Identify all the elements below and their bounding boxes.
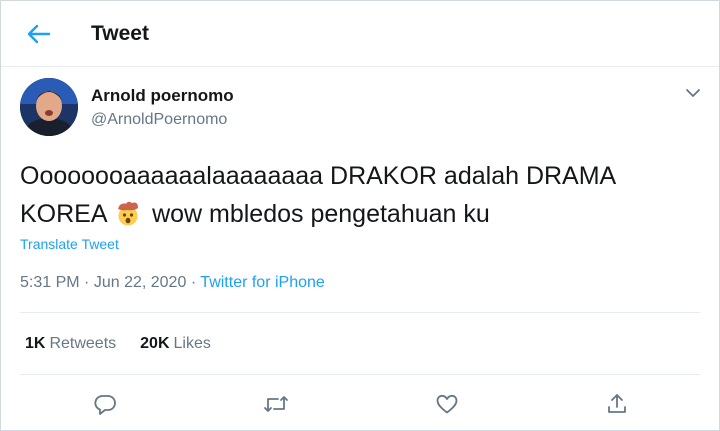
- more-options-button[interactable]: [681, 83, 705, 103]
- tweet-time[interactable]: 5:31 PM: [20, 274, 80, 291]
- tweet-source-link[interactable]: Twitter for iPhone: [200, 274, 325, 291]
- likes-count: 20K: [140, 335, 170, 352]
- share-icon: [608, 394, 626, 413]
- translate-tweet-link[interactable]: Translate Tweet: [20, 236, 119, 252]
- divider: [20, 312, 700, 313]
- page-header: Tweet: [1, 1, 719, 67]
- divider: [20, 374, 700, 375]
- likes-label: Likes: [173, 335, 211, 352]
- tweet-text: Oooooooaaaaaalaaaaaaaa DRAKOR adalah DRA…: [20, 157, 700, 237]
- tweet-stats: 1K Retweets 20K Likes: [25, 335, 235, 353]
- retweet-icon: [264, 396, 288, 412]
- tweet-meta: 5:31 PM · Jun 22, 2020 · Twitter for iPh…: [20, 274, 325, 292]
- tweet-date[interactable]: Jun 22, 2020: [94, 274, 187, 291]
- exploding-head-emoji-icon: [115, 199, 141, 237]
- back-button[interactable]: [20, 18, 58, 50]
- chevron-down-icon: [686, 89, 700, 97]
- share-button[interactable]: [600, 387, 634, 421]
- tweet-page: Tweet Arnold poernomo @ArnoldPoernomo Oo…: [0, 0, 720, 431]
- author-handle[interactable]: @ArnoldPoernomo: [91, 111, 227, 129]
- heart-icon: [436, 394, 458, 414]
- tweet-text-part2: wow mbledos pengetahuan ku: [152, 200, 490, 228]
- retweets-count: 1K: [25, 335, 46, 352]
- retweet-button[interactable]: [259, 387, 293, 421]
- avatar[interactable]: [20, 78, 78, 136]
- reply-icon: [94, 395, 116, 415]
- likes-stat[interactable]: 20K Likes: [140, 335, 211, 353]
- reply-button[interactable]: [88, 387, 122, 421]
- arrow-left-icon: [27, 24, 51, 44]
- like-button[interactable]: [430, 387, 464, 421]
- meta-separator: ·: [190, 274, 197, 291]
- meta-separator: ·: [84, 274, 90, 291]
- retweets-stat[interactable]: 1K Retweets: [25, 335, 116, 353]
- author-name[interactable]: Arnold poernomo: [91, 86, 234, 106]
- retweets-label: Retweets: [49, 335, 117, 352]
- page-title: Tweet: [91, 22, 149, 45]
